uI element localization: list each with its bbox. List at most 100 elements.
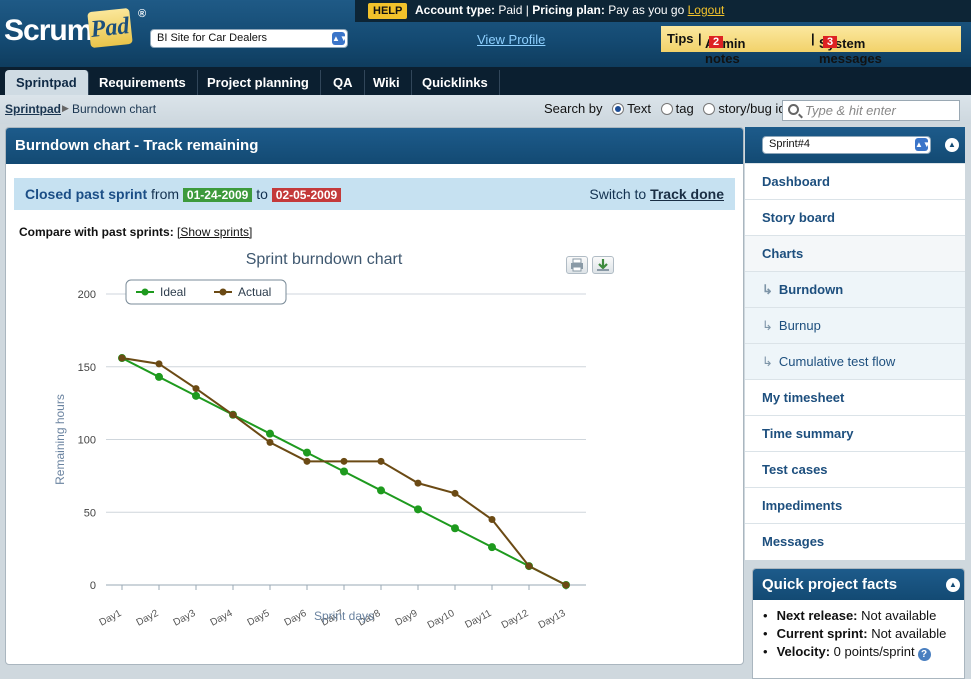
search-radio-text[interactable] (612, 103, 625, 115)
burndown-panel: Burndown chart - Track remaining Closed … (5, 127, 744, 665)
sidebar-item-test-cases[interactable]: Test cases (745, 451, 965, 487)
search-icon (788, 104, 799, 115)
legend-label: Actual (238, 285, 271, 299)
data-point-ideal (488, 543, 496, 552)
data-point-actual (192, 385, 200, 393)
sprint-info-bar: Closed past sprint from 01-24-2009 to 02… (14, 178, 735, 210)
data-point-ideal (414, 505, 422, 514)
help-icon[interactable]: ? (917, 648, 931, 661)
breadcrumb-sprintpad-link[interactable]: Sprintpad (5, 102, 61, 116)
help-button[interactable]: HELP (368, 3, 408, 19)
logout-link[interactable]: Logout (688, 3, 725, 17)
data-point-actual (414, 479, 422, 487)
fact-current-sprint: Current sprint: Not available (763, 626, 964, 644)
sprint-select-value: Sprint#4 (769, 138, 810, 150)
switch-label: Switch to (589, 186, 647, 202)
from-label: from (151, 186, 180, 202)
tab-quicklinks[interactable]: Quicklinks (411, 70, 500, 95)
fact-value: Not available (871, 626, 947, 641)
fact-value: 0 points/sprint (833, 644, 915, 659)
quick-project-facts: Quick project facts ▲ Next release: Not … (752, 568, 965, 679)
tab-wiki[interactable]: Wiki (362, 70, 412, 95)
closed-sprint-label: Closed past sprint (25, 186, 148, 202)
sidebar-item-messages[interactable]: Messages (745, 523, 965, 559)
sprint-range: Closed past sprint from 01-24-2009 to 02… (25, 186, 342, 202)
quick-facts-title-text: Quick project facts (762, 576, 898, 593)
sidebar-subitem-label: Burnup (778, 318, 821, 333)
data-point-ideal (451, 524, 459, 533)
switch-mode: Switch to Track done (589, 186, 724, 202)
collapse-facts-icon[interactable]: ▲ (946, 578, 960, 592)
tab-project-planning[interactable]: Project planning (196, 70, 321, 95)
search-placeholder: Type & hit enter (805, 103, 896, 118)
sidebar-subitem-label: Cumulative test flow (778, 354, 896, 369)
app-header: Scrum Pad ® HELP Account type: Paid | Pr… (0, 0, 971, 67)
y-tick-label: 0 (90, 580, 96, 592)
account-type-value: Paid (498, 3, 523, 17)
data-point-actual (155, 360, 163, 368)
x-tick-label: Day5 (246, 608, 272, 629)
legend-label: Ideal (160, 285, 186, 299)
project-select-value: BI Site for Car Dealers (157, 32, 268, 44)
data-point-actual (451, 489, 459, 497)
sidebar-item-my-timesheet[interactable]: My timesheet (745, 379, 965, 415)
sidebar-item-charts[interactable]: Charts (745, 235, 965, 271)
view-profile-link[interactable]: View Profile (477, 32, 545, 47)
search-radio-id[interactable] (703, 103, 716, 115)
main-nav: Sprintpad Requirements Project planning … (0, 67, 971, 95)
sub-arrow-icon: ↳ (762, 282, 773, 297)
data-point-actual (303, 457, 311, 465)
search-option-id: story/bug id (718, 101, 786, 116)
data-point-ideal (340, 467, 348, 476)
tips-link[interactable]: Tips (667, 31, 694, 46)
x-tick-label: Day4 (209, 608, 235, 629)
data-point-ideal (192, 391, 200, 400)
compare-label: Compare with past sprints: (19, 225, 174, 239)
show-sprints-link[interactable]: [Show sprints] (177, 225, 252, 239)
sprint-sidebar: Sprint#4 ▲▼ ▲ Dashboard Story board Char… (745, 127, 965, 560)
sidebar-item-impediments[interactable]: Impediments (745, 487, 965, 523)
compare-sprints: Compare with past sprints: [Show sprints… (19, 225, 252, 239)
x-tick-label: Day3 (172, 608, 198, 629)
y-tick-label: 200 (78, 289, 96, 301)
data-point-actual (340, 457, 348, 465)
y-tick-label: 50 (84, 507, 96, 519)
account-type-label: Account type: (415, 3, 496, 17)
sub-arrow-icon: ↳ (762, 354, 773, 369)
select-arrows-icon: ▲▼ (332, 32, 348, 45)
tab-requirements[interactable]: Requirements (88, 70, 198, 95)
sidebar-subitem-label: Burndown (778, 282, 844, 297)
search-input[interactable]: Type & hit enter (782, 100, 960, 121)
fact-velocity: Velocity: 0 points/sprint? (763, 644, 964, 662)
tab-qa[interactable]: QA (322, 70, 365, 95)
sidebar-item-story-board[interactable]: Story board (745, 199, 965, 235)
select-arrows-icon: ▲▼ (915, 138, 931, 151)
fact-value: Not available (861, 608, 937, 623)
x-tick-label: Day9 (394, 608, 420, 629)
scrumpad-logo[interactable]: Scrum Pad ® (4, 7, 146, 54)
project-select[interactable]: BI Site for Car Dealers ▲▼ (150, 29, 348, 48)
legend-marker (141, 288, 149, 296)
x-tick-label: Day1 (98, 608, 124, 629)
sprint-select[interactable]: Sprint#4 ▲▼ (762, 136, 931, 154)
search-by-options: Search by Text tag story/bug id (544, 101, 786, 116)
sidebar-item-time-summary[interactable]: Time summary (745, 415, 965, 451)
search-radio-tag[interactable] (660, 103, 673, 115)
data-point-actual (525, 562, 533, 570)
sub-arrow-icon: ↳ (762, 318, 773, 333)
notification-bar: Tips | Admin notes 2 | System messages 3 (661, 26, 961, 66)
sidebar-header: Sprint#4 ▲▼ ▲ (745, 127, 965, 163)
x-tick-label: Day13 (537, 608, 568, 631)
sidebar-item-dashboard[interactable]: Dashboard (745, 163, 965, 199)
sidebar-subitem-burndown[interactable]: ↳ Burndown (745, 271, 965, 307)
sidebar-subitem-burnup[interactable]: ↳ Burnup (745, 307, 965, 343)
data-point-ideal (377, 486, 385, 495)
collapse-sidebar-icon[interactable]: ▲ (945, 138, 959, 152)
x-tick-label: Day2 (135, 608, 161, 629)
tab-sprintpad[interactable]: Sprintpad (5, 70, 89, 95)
divider: | (698, 31, 702, 46)
y-tick-label: 100 (78, 435, 96, 447)
x-tick-label: Day10 (426, 608, 457, 631)
sidebar-subitem-cumulative-test-flow[interactable]: ↳ Cumulative test flow (745, 343, 965, 379)
track-done-link[interactable]: Track done (650, 186, 724, 202)
